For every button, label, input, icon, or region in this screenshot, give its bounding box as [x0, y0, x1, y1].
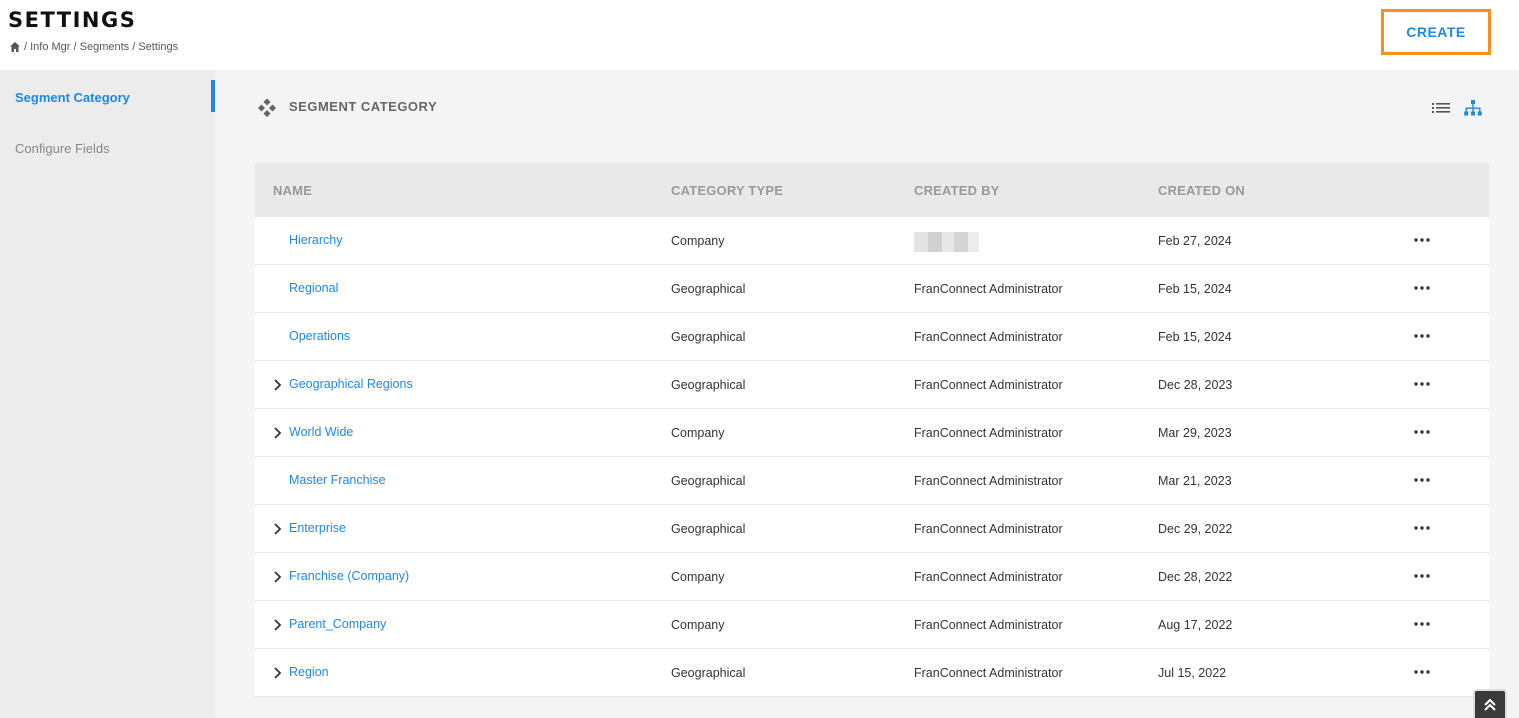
more-options-icon[interactable] — [1413, 473, 1431, 487]
main-content: SEGMENT CATEGORY NAME CATEGORY TYPE CREA… — [215, 70, 1519, 718]
row-name-link[interactable]: Region — [289, 665, 329, 679]
row-category-type: Company — [671, 234, 725, 248]
row-name-link[interactable]: Master Franchise — [289, 473, 386, 487]
row-name-link[interactable]: Enterprise — [289, 521, 346, 535]
row-created-by: FranConnect Administrator — [914, 522, 1063, 536]
table-body: Hierarchy Company Feb 27, 2024 Regional Geog… — [255, 217, 1489, 697]
row-category-type: Geographical — [671, 330, 746, 344]
more-options-icon[interactable] — [1413, 281, 1431, 295]
row-created-by: FranConnect Administrator — [914, 474, 1063, 488]
chevron-right-icon[interactable] — [273, 618, 283, 632]
sidebar: Segment Category Configure Fields — [0, 70, 215, 718]
sidebar-item-configure-fields[interactable]: Configure Fields — [15, 141, 110, 156]
table-row[interactable]: Franchise (Company) Company FranConnect Ad… — [255, 553, 1489, 601]
more-options-icon[interactable] — [1413, 233, 1431, 247]
column-header-name[interactable]: NAME — [273, 183, 312, 198]
row-name-link[interactable]: Regional — [289, 281, 338, 295]
segment-category-icon — [258, 99, 276, 117]
row-category-type: Geographical — [671, 474, 746, 488]
list-view-icon[interactable] — [1431, 100, 1451, 116]
more-options-icon[interactable] — [1413, 521, 1431, 535]
more-options-icon[interactable] — [1413, 425, 1431, 439]
table-row[interactable]: Geographical Regions Geographical FranConn… — [255, 361, 1489, 409]
table-row[interactable]: Master Franchise Geographical FranConnect … — [255, 457, 1489, 505]
redacted-user — [914, 232, 979, 252]
scroll-to-top-button[interactable] — [1473, 689, 1507, 718]
row-created-by: FranConnect Administrator — [914, 378, 1063, 392]
table-row[interactable]: Enterprise Geographical FranConnect Admini… — [255, 505, 1489, 553]
row-created-by: FranConnect Administrator — [914, 426, 1063, 440]
sidebar-item-segment-category[interactable]: Segment Category — [15, 90, 130, 105]
page-header: SETTINGS / Info Mgr / Segments / Setting… — [0, 0, 1519, 70]
chevron-right-icon[interactable] — [273, 522, 283, 536]
table-header: NAME CATEGORY TYPE CREATED BY CREATED ON — [255, 163, 1489, 217]
table-row[interactable]: World Wide Company FranConnect Administrat… — [255, 409, 1489, 457]
row-created-on: Feb 15, 2024 — [1158, 282, 1232, 296]
row-category-type: Company — [671, 570, 725, 584]
column-header-category-type[interactable]: CATEGORY TYPE — [671, 183, 783, 198]
breadcrumb: / Info Mgr / Segments / Settings — [9, 41, 178, 53]
page-title: SETTINGS — [8, 8, 137, 32]
row-created-on: Mar 29, 2023 — [1158, 426, 1232, 440]
table-row[interactable]: Operations Geographical FranConnect Admini… — [255, 313, 1489, 361]
row-category-type: Company — [671, 426, 725, 440]
row-category-type: Geographical — [671, 666, 746, 680]
table-row[interactable]: Parent_Company Company FranConnect Adminis… — [255, 601, 1489, 649]
home-icon[interactable] — [9, 41, 21, 53]
row-created-by: FranConnect Administrator — [914, 666, 1063, 680]
chevron-right-icon[interactable] — [273, 426, 283, 440]
chevron-right-icon[interactable] — [273, 570, 283, 584]
row-created-by: FranConnect Administrator — [914, 570, 1063, 584]
table-row[interactable]: Hierarchy Company Feb 27, 2024 — [255, 217, 1489, 265]
row-created-on: Aug 17, 2022 — [1158, 618, 1233, 632]
row-category-type: Company — [671, 618, 725, 632]
row-created-by: FranConnect Administrator — [914, 282, 1063, 296]
row-name-link[interactable]: Operations — [289, 329, 350, 343]
row-created-on: Dec 29, 2022 — [1158, 522, 1233, 536]
row-category-type: Geographical — [671, 522, 746, 536]
table-row[interactable]: Region Geographical FranConnect Administra… — [255, 649, 1489, 697]
segment-category-table: NAME CATEGORY TYPE CREATED BY CREATED ON… — [255, 163, 1489, 697]
chevron-right-icon[interactable] — [273, 666, 283, 680]
create-button[interactable]: CREATE — [1381, 9, 1491, 55]
more-options-icon[interactable] — [1413, 569, 1431, 583]
column-header-created-on[interactable]: CREATED ON — [1158, 183, 1245, 198]
row-category-type: Geographical — [671, 378, 746, 392]
row-created-on: Feb 15, 2024 — [1158, 330, 1232, 344]
tree-view-icon[interactable] — [1463, 99, 1483, 117]
row-name-link[interactable]: World Wide — [289, 425, 353, 439]
row-created-on: Dec 28, 2022 — [1158, 570, 1233, 584]
double-chevron-up-icon — [1484, 698, 1496, 711]
section-title: SEGMENT CATEGORY — [289, 99, 438, 114]
row-created-on: Jul 15, 2022 — [1158, 666, 1227, 680]
row-name-link[interactable]: Geographical Regions — [289, 377, 413, 391]
more-options-icon[interactable] — [1413, 329, 1431, 343]
row-name-link[interactable]: Franchise (Company) — [289, 569, 409, 583]
row-category-type: Geographical — [671, 282, 746, 296]
row-created-on: Mar 21, 2023 — [1158, 474, 1232, 488]
chevron-right-icon[interactable] — [273, 378, 283, 392]
column-header-created-by[interactable]: CREATED BY — [914, 183, 1000, 198]
row-created-by: FranConnect Administrator — [914, 330, 1063, 344]
row-name-link[interactable]: Hierarchy — [289, 233, 343, 247]
row-created-on: Dec 28, 2023 — [1158, 378, 1233, 392]
row-created-by: FranConnect Administrator — [914, 618, 1063, 632]
more-options-icon[interactable] — [1413, 617, 1431, 631]
table-row[interactable]: Regional Geographical FranConnect Administ… — [255, 265, 1489, 313]
more-options-icon[interactable] — [1413, 665, 1431, 679]
row-created-on: Feb 27, 2024 — [1158, 234, 1232, 248]
row-name-link[interactable]: Parent_Company — [289, 617, 386, 631]
breadcrumb-path[interactable]: / Info Mgr / Segments / Settings — [24, 41, 178, 53]
more-options-icon[interactable] — [1413, 377, 1431, 391]
